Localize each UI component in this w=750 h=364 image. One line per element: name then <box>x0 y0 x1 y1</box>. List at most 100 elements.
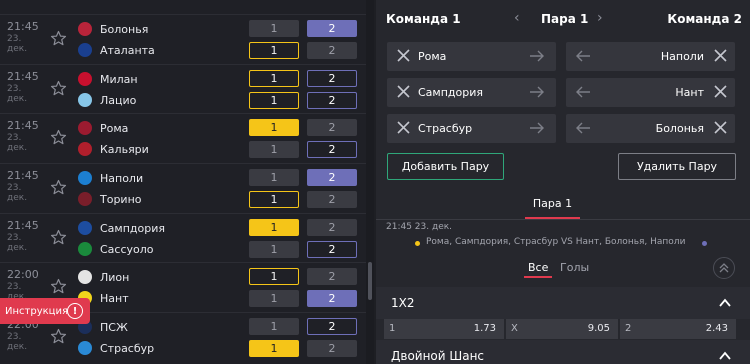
pick-team1-button[interactable]: 1 <box>249 42 299 59</box>
scrollbar[interactable] <box>366 0 374 364</box>
match-time: 21:45 <box>7 119 39 132</box>
team-crest-icon <box>78 341 92 355</box>
slot-team-name: Сампдория <box>418 86 483 99</box>
close-icon[interactable] <box>396 84 411 99</box>
pick-team1-button[interactable]: 1 <box>249 340 299 357</box>
odds-label: 2 <box>625 323 632 334</box>
match-time: 21:45 <box>7 169 39 182</box>
pick-team1-button[interactable]: 1 <box>249 290 299 307</box>
team-crest-icon <box>78 192 92 206</box>
close-icon[interactable] <box>713 120 728 135</box>
scrollbar-thumb[interactable] <box>368 262 372 300</box>
pick-team2-button[interactable]: 2 <box>307 20 357 37</box>
home-team: Милан <box>78 69 138 89</box>
match-row[interactable]: 21:45 23. дек. Наполи Торино 1 2 1 2 <box>0 163 366 213</box>
arrow-left-icon[interactable] <box>574 119 592 137</box>
pair-slot-team1[interactable]: Сампдория <box>387 78 556 107</box>
match-row[interactable]: 21:45 23. дек. Болонья Аталанта 1 2 1 2 <box>0 14 366 64</box>
away-team: Лацио <box>78 90 136 110</box>
instruction-button[interactable]: Инструкция ! <box>0 298 90 324</box>
team-name: Рома <box>100 121 129 135</box>
pick-team2-button[interactable]: 2 <box>307 42 357 59</box>
pair-slot-team2[interactable]: Нант <box>566 78 735 107</box>
pair-slot-team2[interactable]: Наполи <box>566 42 735 71</box>
arrow-right-icon[interactable] <box>528 119 546 137</box>
pick-team2-button[interactable]: 2 <box>307 92 357 109</box>
favorite-star-icon[interactable] <box>50 179 67 196</box>
odds-value: 1.73 <box>473 323 496 334</box>
market-title: Двойной Шанс <box>391 349 485 363</box>
close-icon[interactable] <box>713 84 728 99</box>
team-crest-icon <box>78 43 92 57</box>
pick-team2-button[interactable]: 2 <box>307 141 357 158</box>
team2-title: Команда 2 <box>667 12 742 26</box>
match-time: 21:45 <box>7 219 39 232</box>
market-1x2-header[interactable]: 1X2 <box>376 287 750 319</box>
arrow-right-icon[interactable] <box>528 83 546 101</box>
alert-icon: ! <box>67 303 83 319</box>
match-date: 23. дек. <box>7 84 28 104</box>
slot-team-name: Болонья <box>655 122 704 135</box>
match-row[interactable]: 21:45 23. дек. Рома Кальяри 1 2 1 2 <box>0 113 366 163</box>
pick-team1-button[interactable]: 1 <box>249 268 299 285</box>
match-row[interactable]: 21:45 23. дек. Сампдория Сассуоло 1 2 1 2 <box>0 213 366 263</box>
pick-team1-button[interactable]: 1 <box>249 119 299 136</box>
pick-team2-button[interactable]: 2 <box>307 191 357 208</box>
favorite-star-icon[interactable] <box>50 80 67 97</box>
pick-team2-button[interactable]: 2 <box>307 290 357 307</box>
favorite-star-icon[interactable] <box>50 229 67 246</box>
divider <box>376 219 750 220</box>
match-date: 23. дек. <box>7 233 28 253</box>
odds-value: 9.05 <box>587 323 610 334</box>
pick-team1-button[interactable]: 1 <box>249 169 299 186</box>
pick-team1-button[interactable]: 1 <box>249 70 299 87</box>
favorite-star-icon[interactable] <box>50 30 67 47</box>
favorite-star-icon[interactable] <box>50 278 67 295</box>
pick-team2-button[interactable]: 2 <box>307 241 357 258</box>
team1-dot-icon <box>415 241 420 246</box>
pick-team1-button[interactable]: 1 <box>249 141 299 158</box>
next-pair-button[interactable]: › <box>597 10 603 26</box>
arrow-right-icon[interactable] <box>528 47 546 65</box>
event-time: 21:45 23. дек. <box>386 222 453 232</box>
market-double-chance-header[interactable]: Двойной Шанс <box>376 340 750 364</box>
pick-team2-button[interactable]: 2 <box>307 340 357 357</box>
tab-pair-1[interactable]: Пара 1 <box>525 197 580 210</box>
pick-team2-button[interactable]: 2 <box>307 219 357 236</box>
pair-slot-team1[interactable]: Страсбур <box>387 114 556 143</box>
pick-team1-button[interactable]: 1 <box>249 241 299 258</box>
odds-cell[interactable]: 2 2.43 <box>620 319 736 339</box>
pick-team1-button[interactable]: 1 <box>249 191 299 208</box>
pick-team2-button[interactable]: 2 <box>307 119 357 136</box>
arrow-left-icon[interactable] <box>574 47 592 65</box>
close-icon[interactable] <box>713 48 728 63</box>
close-icon[interactable] <box>396 120 411 135</box>
team-name: Лион <box>100 270 130 284</box>
tab-all-markets[interactable]: Все <box>528 261 548 274</box>
tab-goals[interactable]: Голы <box>560 261 589 274</box>
event-teams: Рома, Сампдория, Страсбур VS Нант, Болон… <box>426 237 686 247</box>
pick-team2-button[interactable]: 2 <box>307 268 357 285</box>
pair-slot-team2[interactable]: Болонья <box>566 114 735 143</box>
away-team: Торино <box>78 189 142 209</box>
pick-team1-button[interactable]: 1 <box>249 92 299 109</box>
pick-team1-button[interactable]: 1 <box>249 318 299 335</box>
prev-pair-button[interactable]: ‹ <box>514 10 520 26</box>
pair-slot-team1[interactable]: Рома <box>387 42 556 71</box>
favorite-star-icon[interactable] <box>50 328 67 345</box>
pick-team1-button[interactable]: 1 <box>249 20 299 37</box>
add-pair-button[interactable]: Добавить Пару <box>387 153 504 180</box>
favorite-star-icon[interactable] <box>50 129 67 146</box>
pick-team2-button[interactable]: 2 <box>307 169 357 186</box>
pick-team2-button[interactable]: 2 <box>307 70 357 87</box>
close-icon[interactable] <box>396 48 411 63</box>
team-crest-icon <box>78 221 92 235</box>
delete-pair-button[interactable]: Удалить Пару <box>618 153 736 180</box>
odds-cell[interactable]: 1 1.73 <box>384 319 504 339</box>
collapse-all-button[interactable] <box>713 257 735 279</box>
arrow-left-icon[interactable] <box>574 83 592 101</box>
pick-team1-button[interactable]: 1 <box>249 219 299 236</box>
match-row[interactable]: 21:45 23. дек. Милан Лацио 1 2 1 2 <box>0 64 366 114</box>
pick-team2-button[interactable]: 2 <box>307 318 357 335</box>
odds-cell[interactable]: X 9.05 <box>506 319 618 339</box>
